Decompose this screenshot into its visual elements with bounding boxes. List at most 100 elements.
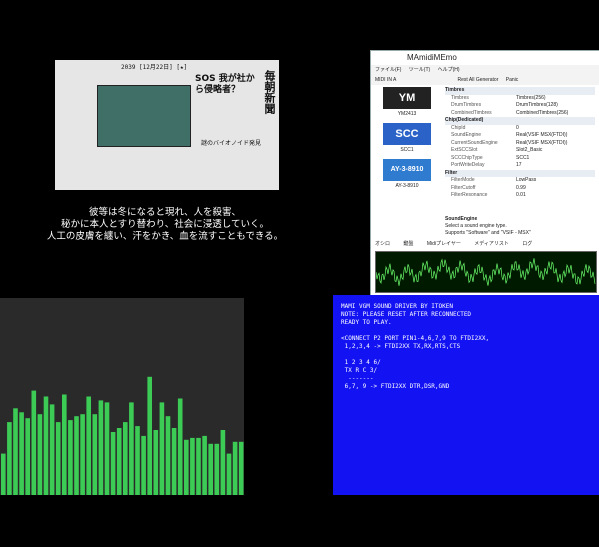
property-row[interactable]: ExtSCCSlot Slot2_Basic <box>445 147 595 155</box>
spectrum-bar <box>123 422 128 495</box>
spectrum-bar <box>153 430 159 495</box>
msx-text-line: ------- <box>341 375 374 382</box>
bottom-tabs: オシロ 鍵盤 Midiプレイヤー メディアリスト ログ <box>371 239 599 249</box>
tab-log[interactable]: ログ <box>522 241 532 247</box>
property-row[interactable]: PortWriteDelay 17 <box>445 162 595 170</box>
spectrum-bar <box>25 418 30 495</box>
tab-oscilloscope[interactable]: オシロ <box>375 241 390 247</box>
spectrum-bar <box>220 430 226 495</box>
spectrum-bar <box>159 402 165 495</box>
msx-text-line: TX R C 3/ <box>341 367 378 374</box>
msx-text-line: NOTE: PLEASE RESET AFTER RECONNECTED <box>341 311 472 318</box>
spectrum-bar <box>13 408 18 495</box>
msx-text-line: 1,2,3,4 -> FTDI2XX TX,RX,RTS,CTS <box>341 343 461 350</box>
property-row[interactable]: CombinedTimbres CombinedTimbres(256) <box>445 110 595 118</box>
spectrum-bar <box>68 420 73 495</box>
spectrum-bar <box>104 402 110 495</box>
subtitle-line: 秘かに本人とすり替わり、社会に浸透していく。 <box>60 219 270 230</box>
spectrum-bar <box>165 416 171 495</box>
window-title: MAmidiMEmo <box>371 51 599 65</box>
property-row[interactable]: FilterCutoff 0.99 <box>445 185 595 193</box>
spectrum-bar <box>177 398 183 495</box>
news-date: 2039 [12月22日] [★] <box>121 64 188 71</box>
subtitle-line: 彼等は冬になると現れ、人を殺害、 <box>88 207 242 218</box>
section-header[interactable]: Timbres <box>445 87 595 95</box>
tab-midi-player[interactable]: Midiプレイヤー <box>427 241 461 247</box>
news-masthead: 毎朝新聞 <box>263 70 276 114</box>
spectrum-bar <box>110 432 116 495</box>
chip-ay38910[interactable]: AY-3-8910 <box>383 159 431 181</box>
oscilloscope-waveform <box>376 258 596 286</box>
menu-bar: ファイル(F) ツール(T) ヘルプ(H) <box>371 65 599 75</box>
news-photo <box>97 85 191 147</box>
property-row[interactable]: SoundEngine Real(VSIF MSX(FTDI)) <box>445 132 595 140</box>
spectrum-bar <box>37 414 43 495</box>
msx-text-line: 1 2 3 4 6/ <box>341 359 381 366</box>
news-subtitle: 謎のバイオノイド発見 <box>201 140 262 147</box>
property-row[interactable]: FilterMode LowPass <box>445 177 595 185</box>
spectrum-bar <box>19 412 24 495</box>
spectrum-bar <box>1 453 6 495</box>
spectrum-analyzer <box>0 298 244 495</box>
section-header[interactable]: Filter <box>445 169 595 177</box>
tab-media-list[interactable]: メディアリスト <box>474 241 509 247</box>
msx-basic-screen: MAMI VGM SOUND DRIVER BY ITOKEN NOTE: PLE… <box>333 295 599 495</box>
spectrum-bar <box>184 439 189 495</box>
section-header[interactable]: Chip(Dedicated) <box>445 117 595 125</box>
menu-tools[interactable]: ツール(T) <box>409 67 430 73</box>
game-subtitle-text: 彼等は冬になると現れ、人を殺害、 秘かに本人とすり替わり、社会に浸透していく。 … <box>20 207 310 243</box>
chip-ym2413[interactable]: YM <box>383 87 431 109</box>
spectrum-bar <box>135 426 140 495</box>
msx-text-line: MAMI VGM SOUND DRIVER BY ITOKEN <box>341 303 453 310</box>
oscilloscope-view <box>375 251 597 293</box>
property-row[interactable]: DrumTimbres DrumTimbres(128) <box>445 102 595 110</box>
msx-text-line: 6,7, 9 -> FTDI2XX DTR,DSR,GND <box>341 383 450 390</box>
spectrum-bar <box>49 404 55 495</box>
spectrum-bar <box>7 422 12 495</box>
spectrum-bar <box>31 390 37 495</box>
description-line: Supports "Software" and "VSIF - MSX" <box>445 230 531 236</box>
game-newspaper-screen: 2039 [12月22日] [★] SOS 我が社から侵略者？ 毎朝新聞 謎のバ… <box>55 60 279 190</box>
property-row[interactable]: SCCChipType SCC1 <box>445 155 595 163</box>
chip-label: YM2413 <box>397 111 417 117</box>
description-line: Select a sound engine type. <box>445 223 507 229</box>
spectrum-bar <box>171 428 177 495</box>
spectrum-bar <box>129 402 134 495</box>
reset-all-button[interactable]: Rest All Generator <box>458 77 499 83</box>
msx-text-line: READY TO PLAY. <box>341 319 392 326</box>
spectrum-bar <box>55 422 61 495</box>
spectrum-bar <box>92 414 98 495</box>
chip-list: YM YM2413 SCC SCC1 AY-3-8910 AY-3-8910 <box>371 87 443 257</box>
spectrum-bar <box>238 441 244 495</box>
spectrum-bar <box>116 428 122 495</box>
menu-help[interactable]: ヘルプ(H) <box>438 67 460 73</box>
chip-label: AY-3-8910 <box>395 183 419 189</box>
panic-button[interactable]: Panic <box>506 77 519 83</box>
mamidimemo-window: MAmidiMEmo ファイル(F) ツール(T) ヘルプ(H) MIDI IN… <box>370 50 599 296</box>
msx-text-line: <CONNECT P2 PORT PIN1-4,6,7,9 TO FTDI2XX… <box>341 335 490 342</box>
spectrum-bar <box>86 396 91 495</box>
spectrum-bar <box>190 437 195 495</box>
spectrum-bar <box>43 396 49 495</box>
spectrum-bar <box>74 416 79 495</box>
spectrum-bar <box>147 376 152 495</box>
description-title: SoundEngine <box>445 216 478 222</box>
spectrum-bar <box>80 414 85 495</box>
property-row[interactable]: FilterResonance 0.01 <box>445 192 595 200</box>
property-row[interactable]: Timbres Timbres(256) <box>445 95 595 103</box>
spectrum-bar <box>62 394 67 495</box>
tab-keyboard[interactable]: 鍵盤 <box>403 241 413 247</box>
menu-file[interactable]: ファイル(F) <box>375 67 401 73</box>
midi-port-select[interactable]: MIDI IN A <box>375 77 396 83</box>
spectrum-bar <box>208 443 213 495</box>
spectrum-bar <box>232 441 238 495</box>
spectrum-bar <box>214 443 220 495</box>
chip-scc1[interactable]: SCC <box>383 123 431 145</box>
property-row[interactable]: ChipId 0 <box>445 125 595 133</box>
property-description: SoundEngine Select a sound engine type. … <box>445 216 595 237</box>
news-headline: SOS 我が社から侵略者？ <box>195 74 255 95</box>
toolbar: MIDI IN A Rest All Generator Panic <box>371 75 599 85</box>
chip-label: SCC1 <box>400 147 414 153</box>
spectrum-bar <box>98 400 104 495</box>
property-row[interactable]: CurrentSoundEngine Real(VSIF MSX(FTDI)) <box>445 140 595 148</box>
